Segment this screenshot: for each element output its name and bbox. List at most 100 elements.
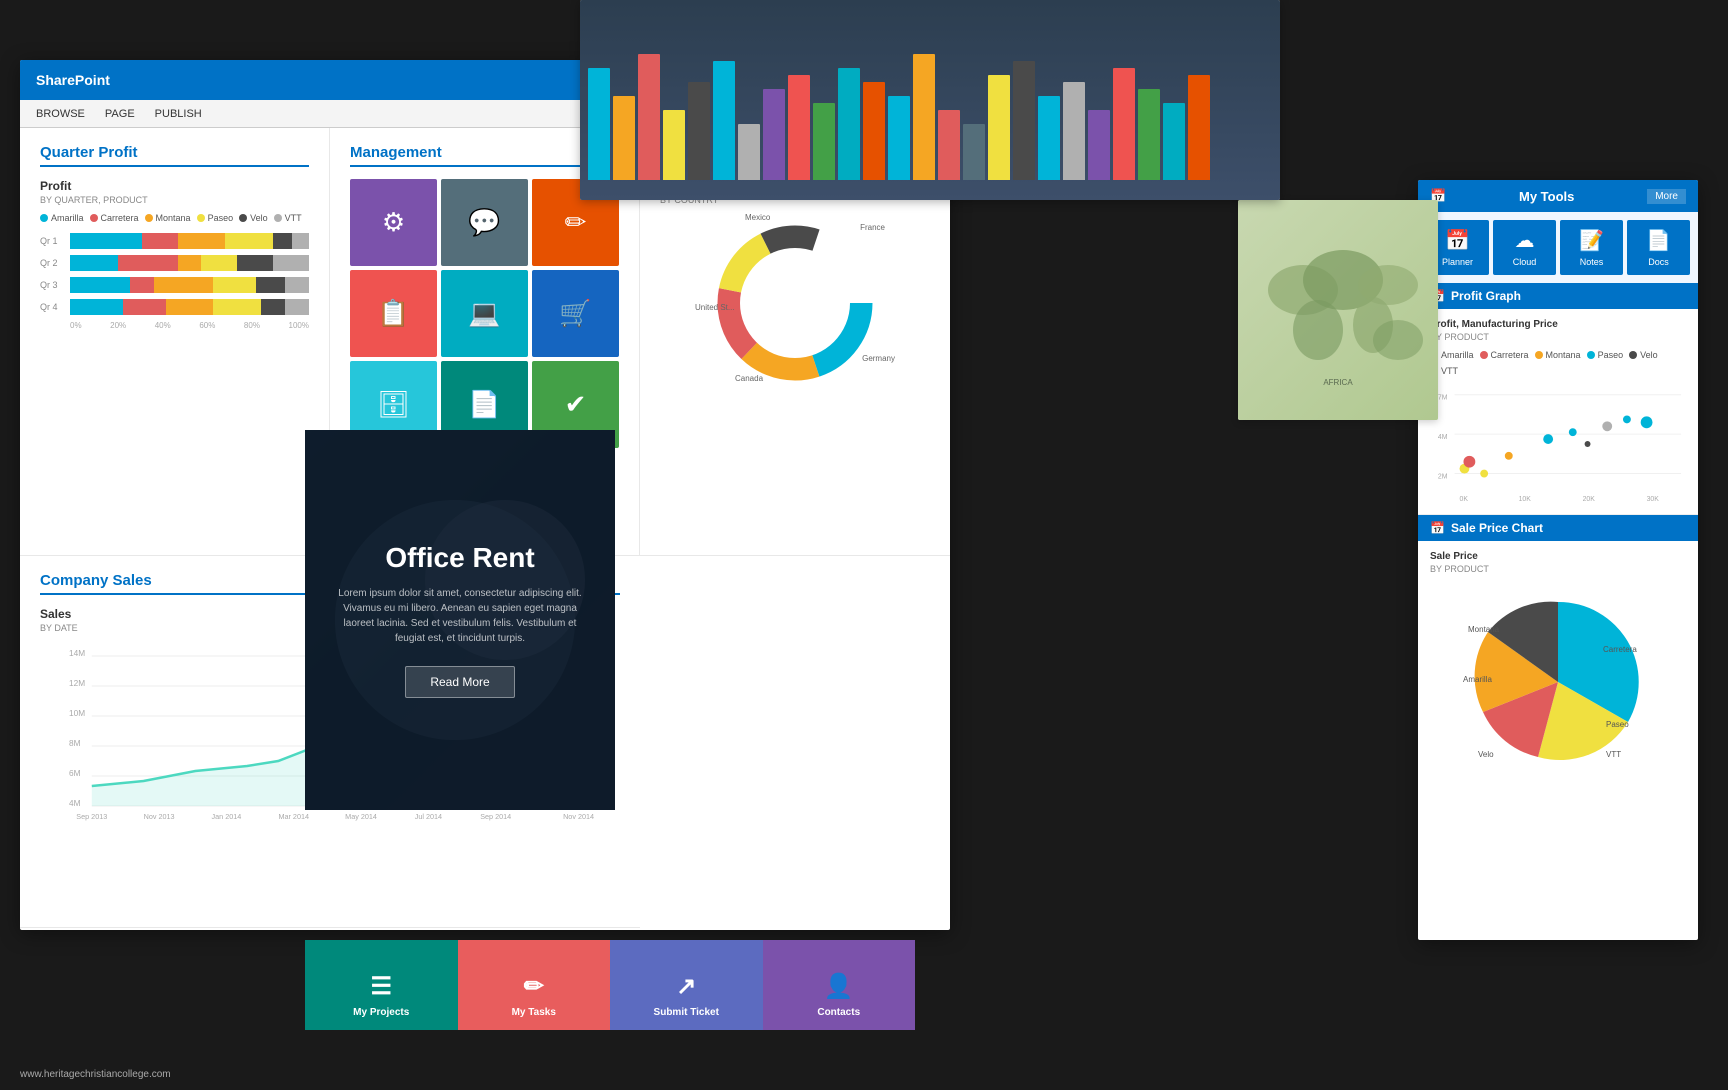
bar-label: Qr 1 [40, 236, 70, 246]
sale-price-pie: Carretera Paseo VTT Velo Amarilla Montan… [1458, 582, 1658, 782]
bar-row: Qr 4 [40, 299, 309, 315]
svg-text:10K: 10K [1519, 496, 1532, 503]
bar-container [70, 299, 309, 315]
top-bar [588, 68, 610, 180]
top-bar [638, 54, 660, 180]
bar-segment [213, 299, 261, 315]
svg-text:Sep 2014: Sep 2014 [480, 813, 511, 821]
tool-name: Cloud [1513, 257, 1537, 267]
tool-icon: 📅 [1445, 228, 1470, 253]
bottom-tool-icon: ☰ [370, 972, 392, 1001]
bottom-tool-item[interactable]: 👤Contacts [763, 940, 916, 1030]
top-bar [913, 54, 935, 180]
tool-tile[interactable]: 📄Docs [1627, 220, 1690, 275]
svg-text:14M: 14M [69, 649, 85, 658]
tool-tile[interactable]: ☁Cloud [1493, 220, 1556, 275]
nav-browse[interactable]: BROWSE [36, 108, 85, 120]
top-bar [613, 96, 635, 180]
sale-price-title: Sale Price Chart [1451, 521, 1543, 535]
bar-segment [225, 233, 273, 249]
management-tile[interactable]: 💻 [441, 270, 528, 357]
profit-graph-section: 📅 Profit Graph Profit, Manufacturing Pri… [1418, 283, 1698, 515]
pg-chart-sublabel: BY PRODUCT [1430, 332, 1686, 342]
bar-segment [201, 255, 237, 271]
legend-item: Carretera [90, 213, 139, 223]
svg-text:Velo: Velo [1478, 750, 1494, 759]
svg-text:Sep 2013: Sep 2013 [76, 813, 107, 821]
tool-name: Planner [1442, 257, 1473, 267]
quarter-profit-section: Quarter Profit Profit BY QUARTER, PRODUC… [20, 128, 330, 556]
bar-container [70, 233, 309, 249]
bottom-tool-item[interactable]: ☰ My Projects [305, 940, 458, 1030]
tool-tile[interactable]: 📝Notes [1560, 220, 1623, 275]
svg-text:May 2014: May 2014 [345, 813, 377, 821]
top-bar [738, 124, 760, 180]
my-tools-header: 📅 My Tools More [1418, 180, 1698, 212]
donut-label-germany: Germany [862, 354, 895, 363]
bar-container [70, 277, 309, 293]
tools-more-button[interactable]: More [1647, 189, 1686, 204]
axis-label: 0% [70, 321, 82, 330]
top-bar [988, 75, 1010, 180]
bottom-tool-label: My Tasks [512, 1007, 556, 1018]
bar-segment [70, 299, 123, 315]
bar-row: Qr 2 [40, 255, 309, 271]
svg-text:20K: 20K [1583, 496, 1596, 503]
svg-text:0K: 0K [1460, 496, 1469, 503]
bar-label: Qr 3 [40, 280, 70, 290]
bar-container [70, 255, 309, 271]
pg-legend: AmarillaCarreteraMontanaPaseoVeloVTT [1430, 350, 1686, 376]
bar-segment [285, 277, 309, 293]
top-bar [1188, 75, 1210, 180]
top-bar [688, 82, 710, 180]
svg-text:4M: 4M [1438, 434, 1448, 441]
bar-segment [70, 277, 130, 293]
pg-legend-item: Velo [1629, 350, 1658, 360]
axis-label: 100% [289, 321, 309, 330]
svg-text:Amarilla: Amarilla [1463, 675, 1492, 684]
footer-text: www.heritagechristiancollege.com [20, 1069, 171, 1080]
qp-legend: AmarillaCarreteraMontanaPaseoVeloVTT [40, 213, 309, 223]
read-more-button[interactable]: Read More [405, 666, 514, 698]
bar-label: Qr 2 [40, 258, 70, 268]
bar-segment [256, 277, 285, 293]
bar-segment [154, 277, 214, 293]
nav-page[interactable]: PAGE [105, 108, 135, 120]
management-tile[interactable]: 🛒 [532, 270, 619, 357]
bar-segment [178, 233, 226, 249]
bottom-tool-icon: ✏ [524, 972, 544, 1001]
bottom-tool-item[interactable]: ↗Submit Ticket [610, 940, 763, 1030]
top-bar [1038, 96, 1060, 180]
qp-chart-label: Profit [40, 179, 309, 193]
top-bar [813, 103, 835, 180]
svg-text:6M: 6M [69, 769, 81, 778]
svg-text:Nov 2013: Nov 2013 [144, 813, 175, 821]
svg-text:VTT: VTT [1606, 750, 1621, 759]
nav-publish[interactable]: PUBLISH [155, 108, 202, 120]
bottom-tool-label: My Projects [353, 1007, 409, 1018]
top-bar-chart-visual [580, 0, 1280, 200]
donut-label-us: United St... [695, 303, 735, 312]
svg-text:8M: 8M [69, 739, 81, 748]
management-tile[interactable]: 💬 [441, 179, 528, 266]
axis-label: 80% [244, 321, 260, 330]
bottom-tool-icon: 👤 [824, 972, 854, 1001]
bar-segment [213, 277, 256, 293]
svg-text:AFRICA: AFRICA [1323, 378, 1353, 387]
sp-chart-label: Sale Price [1430, 551, 1686, 562]
svg-text:12M: 12M [69, 679, 85, 688]
svg-text:2M: 2M [1438, 473, 1448, 480]
axis-label: 20% [110, 321, 126, 330]
management-tile-grid: ⚙💬✏📋💻🛒🗄📄✔ [350, 179, 619, 448]
top-bar [1088, 110, 1110, 180]
bar-segment [273, 255, 309, 271]
management-tile[interactable]: ⚙ [350, 179, 437, 266]
management-tile[interactable]: 📋 [350, 270, 437, 357]
office-rent-panel: Office Rent Lorem ipsum dolor sit amet, … [305, 430, 615, 810]
bar-segment [118, 255, 178, 271]
bottom-tool-item[interactable]: ✏ My Tasks [458, 940, 611, 1030]
bar-segment [142, 233, 178, 249]
sale-price-header: 📅 Sale Price Chart [1418, 515, 1698, 541]
profit-graph-title: Profit Graph [1451, 289, 1521, 303]
pg-legend-item: Carretera [1480, 350, 1529, 360]
